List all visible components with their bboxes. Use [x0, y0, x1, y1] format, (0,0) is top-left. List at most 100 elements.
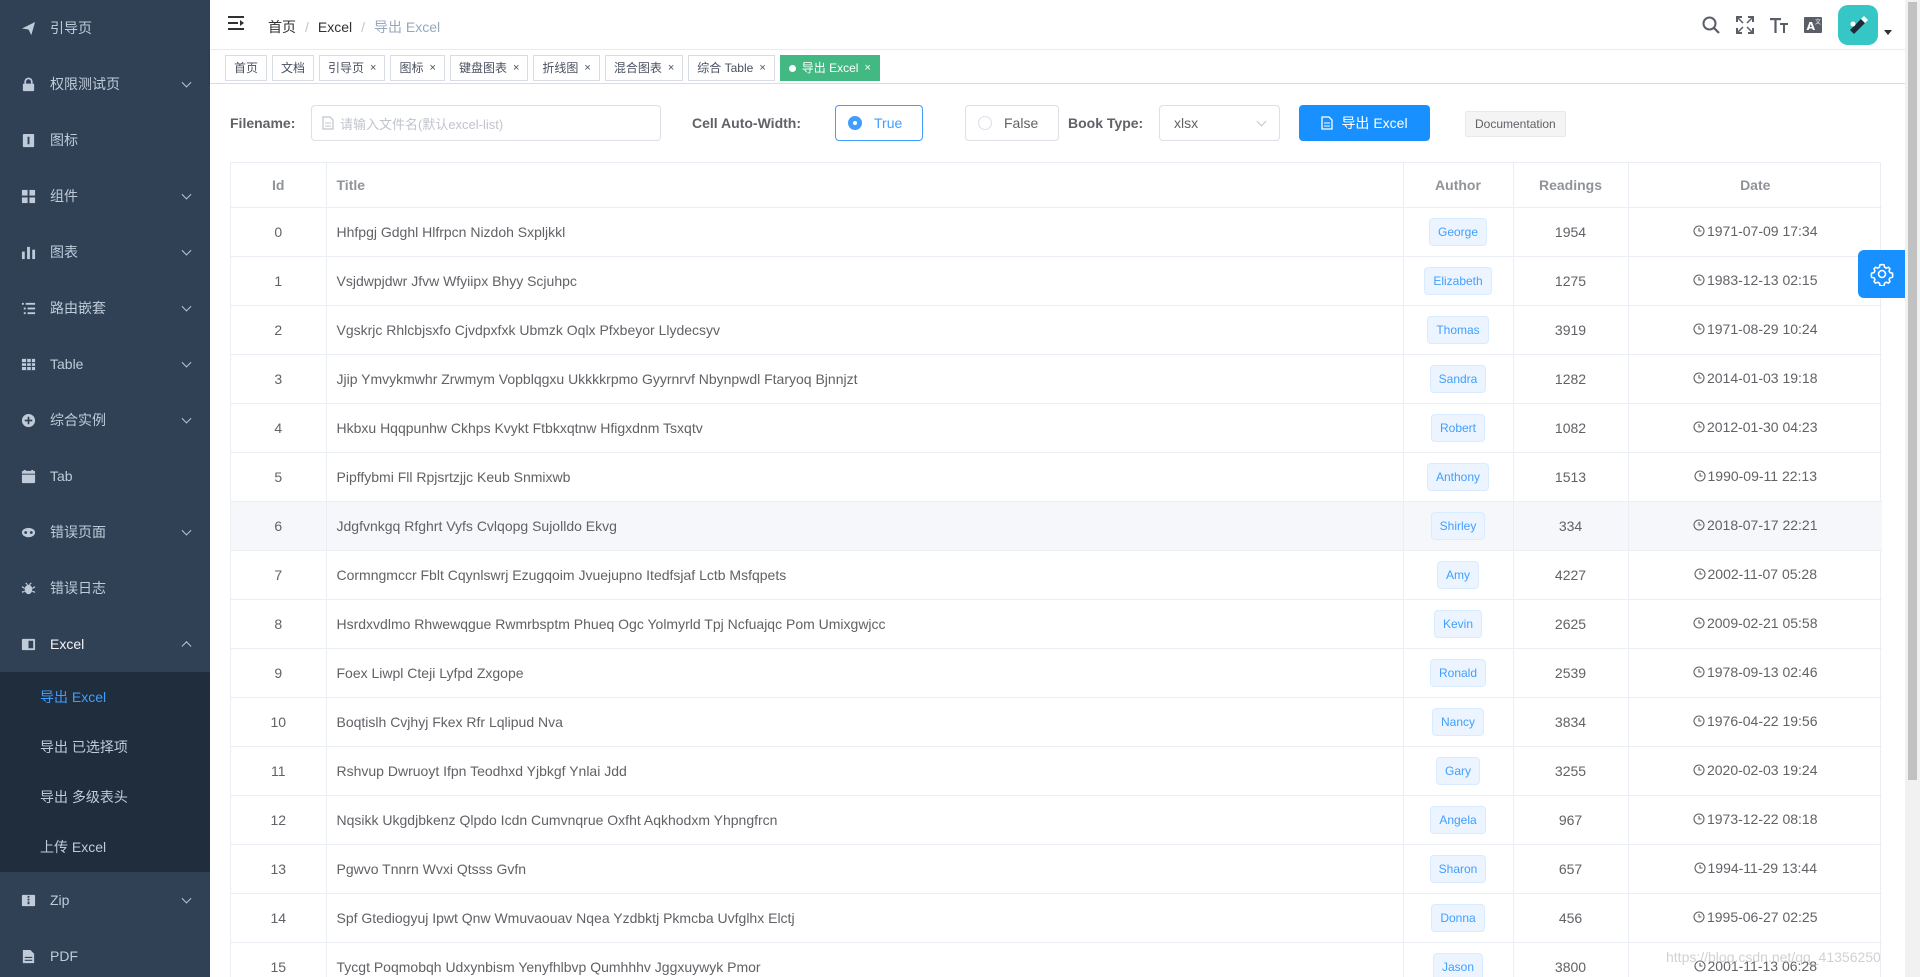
sidebar-item-item-10[interactable]: 错误日志 — [0, 560, 210, 616]
search-icon[interactable] — [1694, 0, 1728, 50]
author-tag: Ronald — [1429, 658, 1487, 687]
table-row[interactable]: 13 Pgwvo Tnnrn Wvxi Qtsss Gvfn Sharon 657 19… — [231, 844, 1882, 894]
filename-input[interactable]: 请输入文件名(默认excel-list) — [311, 105, 661, 141]
app-main: Filename: 请输入文件名(默认excel-list) Cell Auto… — [210, 84, 1910, 977]
tag-item[interactable]: 键盘图表 × — [449, 55, 529, 81]
table-row[interactable]: 2 Vgskrjc Rhlcbjsxfo Cjvdpxfxk Ubmzk Oqlx… — [231, 305, 1882, 355]
fullscreen-icon[interactable] — [1728, 0, 1762, 50]
cell-readings: 4227 — [1513, 550, 1629, 600]
table-row[interactable]: 15 Tycgt Poqmobqh Udxynbism Yenyfhlbvp Qu… — [231, 942, 1882, 977]
cell-id: 4 — [231, 403, 327, 453]
sidebar-item-zip[interactable]: Zip — [0, 872, 210, 928]
sidebar-subitem-0[interactable]: 导出 Excel — [0, 672, 210, 722]
table-row[interactable]: 11 Rshvup Dwruoyt Ifpn Teodhxd Yjbkgf Ynl… — [231, 746, 1882, 796]
settings-button[interactable] — [1858, 250, 1906, 298]
breadcrumb-excel[interactable]: Excel — [318, 19, 352, 35]
cell-date: 2020-02-03 19:24 — [1628, 746, 1882, 796]
table-row[interactable]: 6 Jdgfvnkgq Rfghrt Vyfs Cvlqopg Sujolldo … — [231, 501, 1882, 551]
filename-placeholder: 请输入文件名(默认excel-list) — [340, 116, 504, 132]
table-row[interactable]: 8 Hsrdxvdlmo Rhwewqgue Rwmrbsptm Phueq Og… — [231, 599, 1882, 649]
close-icon[interactable]: × — [759, 56, 765, 80]
tag-item[interactable]: 引导页 × — [319, 55, 386, 81]
hamburger-icon[interactable] — [228, 16, 244, 30]
autowidth-false-radio[interactable]: False — [965, 105, 1059, 141]
table-row[interactable]: 4 Hkbxu Hqqpunhw Ckhps Kvykt Ftbkxqtnw Hf… — [231, 403, 1882, 453]
date-text: 1995-06-27 02:25 — [1706, 909, 1818, 925]
documentation-button[interactable]: Documentation — [1465, 111, 1566, 137]
table-row[interactable]: 12 Nqsikk Ukgdjbkenz Qlpdo Icdn Cumvnqrue… — [231, 795, 1882, 845]
table-row[interactable]: 9 Foex Liwpl Cteji Lyfpd Zxgope Ronald 2539… — [231, 648, 1882, 698]
sidebar-subitem-1[interactable]: 导出 已选择项 — [0, 722, 210, 772]
cell-readings: 1082 — [1513, 403, 1629, 453]
column-header-id[interactable]: Id — [231, 163, 327, 208]
table-row[interactable]: 10 Boqtislh Cvjhyj Fkex Rfr Lqlipud Nva Na… — [231, 697, 1882, 747]
scrollbar-thumb[interactable] — [1908, 2, 1917, 780]
author-tag: George — [1428, 217, 1488, 246]
author-tag: Anthony — [1426, 462, 1490, 491]
column-header-author[interactable]: Author — [1403, 163, 1514, 208]
sidebar-item-item-5[interactable]: 路由嵌套 — [0, 280, 210, 336]
sidebar-item-item-2[interactable]: 图标 — [0, 112, 210, 168]
date-text: 1994-11-29 13:44 — [1707, 860, 1818, 876]
table-row[interactable]: 5 Pipffybmi Fll Rpjsrtzjjc Keub Snmixwb An… — [231, 452, 1882, 502]
sidebar-item-pdf[interactable]: PDF — [0, 928, 210, 977]
tag-item[interactable]: 文档 — [272, 55, 315, 81]
tag-item[interactable]: 导出 Excel × — [779, 55, 880, 81]
close-icon[interactable]: × — [584, 56, 590, 80]
sidebar-subitem-2[interactable]: 导出 多级表头 — [0, 772, 210, 822]
breadcrumb-home[interactable]: 首页 — [268, 17, 296, 37]
cell-title: Hkbxu Hqqpunhw Ckhps Kvykt Ftbkxqtnw Hfi… — [326, 403, 1404, 453]
sidebar-item-item-0[interactable]: 引导页 — [0, 0, 210, 56]
tag-label: 折线图 — [542, 61, 579, 75]
avatar-dropdown[interactable] — [1838, 5, 1892, 45]
booktype-select[interactable]: xlsx — [1159, 105, 1280, 141]
tag-item[interactable]: 混合图表 × — [604, 55, 684, 81]
radio-true-label: True — [874, 115, 903, 131]
autowidth-true-radio[interactable]: True — [835, 105, 923, 141]
sidebar-item-excel[interactable]: Excel — [0, 616, 210, 672]
close-icon[interactable]: × — [864, 56, 870, 80]
sidebar-item-item-7[interactable]: 综合实例 — [0, 392, 210, 448]
close-icon[interactable]: × — [668, 56, 674, 80]
tag-item[interactable]: 首页 — [225, 55, 268, 81]
export-excel-label: 导出 Excel — [1341, 115, 1408, 131]
close-icon[interactable]: × — [513, 56, 519, 80]
sidebar-item-item-1[interactable]: 权限测试页 — [0, 56, 210, 112]
tag-item[interactable]: 图标 × — [390, 55, 445, 81]
scrollbar[interactable] — [1905, 0, 1920, 977]
cell-title: Boqtislh Cvjhyj Fkex Rfr Lqlipud Nva — [326, 697, 1404, 747]
column-header-readings[interactable]: Readings — [1513, 163, 1629, 208]
clock-icon — [1693, 421, 1705, 433]
sidebar-subitem-3[interactable]: 上传 Excel — [0, 822, 210, 872]
close-icon[interactable]: × — [370, 56, 376, 80]
avatar[interactable] — [1838, 5, 1878, 45]
sidebar-item-table[interactable]: Table — [0, 336, 210, 392]
export-excel-button[interactable]: 导出 Excel — [1299, 105, 1430, 141]
send-icon — [20, 20, 36, 36]
cell-author: Thomas — [1403, 305, 1514, 355]
clock-icon — [1693, 911, 1705, 923]
cell-date: 1994-11-29 13:44 — [1628, 844, 1882, 894]
font-size-icon[interactable] — [1762, 0, 1796, 50]
language-icon[interactable]: A文 — [1796, 0, 1830, 50]
cell-id: 2 — [231, 305, 327, 355]
column-header-date[interactable]: Date — [1628, 163, 1882, 208]
sidebar-item-item-9[interactable]: 错误页面 — [0, 504, 210, 560]
column-header-title[interactable]: Title — [326, 163, 1404, 208]
tag-item[interactable]: 折线图 × — [533, 55, 600, 81]
cell-date: 1973-12-22 08:18 — [1628, 795, 1882, 845]
table-row[interactable]: 3 Jjip Ymvykmwhr Zrwmym Vopblqgxu Ukkkkrp… — [231, 354, 1882, 404]
sidebar-item-item-4[interactable]: 图表 — [0, 224, 210, 280]
table-header-row: Id Title Author Readings Date — [231, 163, 1882, 208]
close-icon[interactable]: × — [430, 56, 436, 80]
tag-item[interactable]: 综合 Table × — [688, 55, 775, 81]
cell-author: Amy — [1403, 550, 1514, 600]
table-row[interactable]: 7 Cormngmccr Fblt Cqynlswrj Ezugqoim Jvue… — [231, 550, 1882, 600]
cell-date: 2018-07-17 22:21 — [1628, 501, 1882, 551]
sidebar-item-tab[interactable]: Tab — [0, 448, 210, 504]
sidebar-item-item-3[interactable]: 组件 — [0, 168, 210, 224]
table-row[interactable]: 1 Vsjdwpjdwr Jfvw Wfyiipx Bhyy Scjuhpc Eli… — [231, 256, 1882, 306]
clock-icon — [1693, 617, 1705, 629]
table-row[interactable]: 14 Spf Gtediogyuj Ipwt Qnw Wmuvaouav Nqea… — [231, 893, 1882, 943]
table-row[interactable]: 0 Hhfpgj Gdghl Hlfrpcn Nizdoh Sxpljkkl Geo… — [231, 207, 1882, 257]
